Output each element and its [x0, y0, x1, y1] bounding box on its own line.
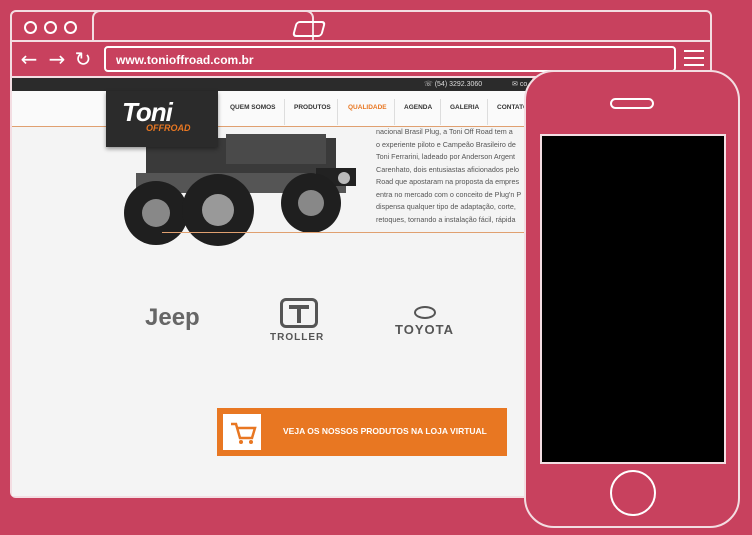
- cta-label: VEJA OS NOSSOS PRODUTOS NA LOJA VIRTUAL: [283, 426, 487, 436]
- main-navigation: QUEM SOMOS PRODUTOS QUALIDADE AGENDA GAL…: [12, 91, 532, 127]
- phone-speaker: [610, 98, 654, 109]
- new-tab-button[interactable]: [291, 21, 327, 37]
- phone-home-button: [610, 470, 656, 516]
- nav-agenda[interactable]: AGENDA: [404, 104, 432, 111]
- website-viewport: ☏ (54) 3292.3060 ✉ co QUEM SOMOS PRODUTO…: [12, 78, 532, 496]
- nav-separator: [394, 99, 395, 125]
- toni-offroad-logo[interactable]: Toni OFFROAD: [106, 91, 218, 147]
- contact-bar: ☏ (54) 3292.3060 ✉ co: [12, 78, 532, 91]
- reload-icon[interactable]: ↻: [72, 48, 94, 70]
- window-dot: [24, 21, 37, 34]
- nav-separator: [487, 99, 488, 125]
- phone-mockup: [524, 70, 740, 528]
- nav-separator: [337, 99, 338, 125]
- section-divider: [162, 232, 532, 233]
- about-line: retoques, tornando a instalação fácil, r…: [376, 214, 516, 224]
- brand-logo-jeep[interactable]: Jeep: [145, 304, 200, 332]
- email-link[interactable]: ✉ co: [512, 80, 527, 88]
- cart-icon: [223, 414, 261, 450]
- about-line: dispensa qualquer tipo de adaptação, cor…: [376, 202, 516, 211]
- about-line: entra no mercado com o conceito de Plug'…: [376, 189, 522, 199]
- about-text: nacional Brasil Plug, a Toni Off Road te…: [376, 126, 532, 226]
- virtual-store-button[interactable]: VEJA OS NOSSOS PRODUTOS NA LOJA VIRTUAL: [217, 408, 507, 456]
- url-text: www.tonioffroad.com.br: [116, 53, 254, 67]
- about-line: Road que apostaram na proposta da empres: [376, 177, 520, 186]
- about-line: Carenhato, dois entusiastas aficionados …: [376, 164, 520, 174]
- toyota-icon: [414, 306, 436, 319]
- hamburger-menu-icon[interactable]: [684, 50, 704, 68]
- nav-quem-somos[interactable]: QUEM SOMOS: [230, 104, 276, 111]
- logo-subtext: OFFROAD: [146, 123, 191, 133]
- about-line: o experiente piloto e Campeão Brasileiro…: [376, 139, 516, 149]
- arrow-left-icon[interactable]: ←: [18, 48, 40, 70]
- nav-galeria[interactable]: GALERIA: [450, 104, 479, 111]
- about-line: Toni Ferrarini, ladeado por Anderson Arg…: [376, 152, 516, 161]
- nav-separator: [440, 99, 441, 125]
- nav-produtos[interactable]: PRODUTOS: [294, 104, 331, 111]
- address-bar[interactable]: www.tonioffroad.com.br: [104, 46, 676, 72]
- arrow-right-icon[interactable]: →: [46, 48, 68, 70]
- nav-separator: [284, 99, 285, 125]
- window-dot: [44, 21, 57, 34]
- brand-logo-troller[interactable]: TROLLER: [270, 332, 324, 343]
- brand-logo-toyota[interactable]: TOYOTA: [395, 322, 454, 337]
- phone-number[interactable]: ☏ (54) 3292.3060: [424, 80, 482, 88]
- troller-icon: [280, 298, 318, 328]
- about-line: nacional Brasil Plug, a Toni Off Road te…: [376, 127, 513, 136]
- window-dot: [64, 21, 77, 34]
- phone-screen: [540, 134, 726, 464]
- browser-tab[interactable]: [92, 10, 314, 40]
- nav-qualidade[interactable]: QUALIDADE: [348, 104, 387, 111]
